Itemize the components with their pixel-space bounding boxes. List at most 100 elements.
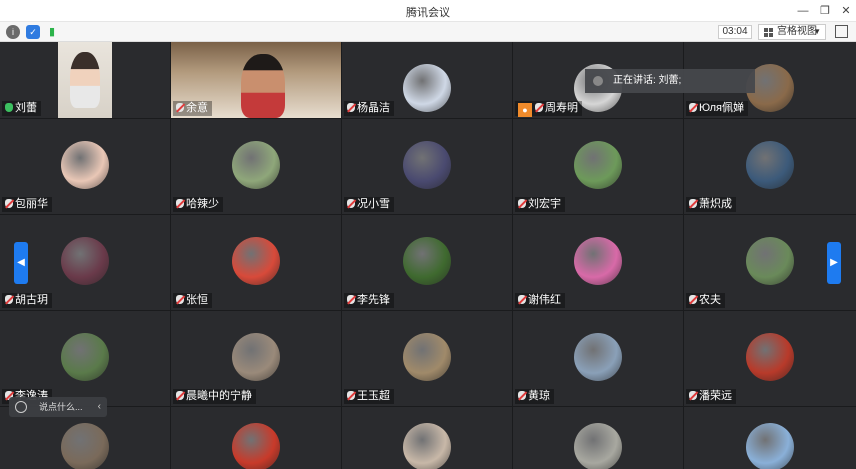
- participant-tile[interactable]: 李逸涛: [0, 311, 170, 406]
- participant-tile[interactable]: 杨晶洁: [342, 42, 512, 118]
- view-mode-button[interactable]: 宫格视图 ▼: [758, 24, 826, 40]
- participant-name: 李先锋: [357, 294, 390, 306]
- participant-tile[interactable]: 王玉超: [342, 311, 512, 406]
- chat-input[interactable]: 说点什么... ‹: [9, 397, 107, 417]
- prev-page-arrow[interactable]: ◀: [14, 242, 28, 284]
- participant-grid: 刘蕾 余意 杨晶洁 ● 周寿明 Юля佩婵包丽华 哈辣少 况小雪 刘宏宇 萧炽成胡古玥 张恒 李先锋 谢…: [0, 42, 856, 469]
- participant-name-label: 哈辣少: [173, 197, 223, 212]
- mic-muted-icon: [347, 391, 355, 400]
- speaking-indicator: 正在讲话: 刘蕾;: [585, 69, 755, 93]
- participant-tile[interactable]: 萧炽成: [684, 119, 856, 214]
- participant-name-label: Юля佩婵: [686, 101, 748, 116]
- participant-avatar: [403, 141, 451, 189]
- participant-name-label: 况小雪: [344, 197, 394, 212]
- participant-avatar: [403, 423, 451, 469]
- mic-muted-icon: [347, 103, 355, 112]
- participant-tile[interactable]: [171, 407, 341, 469]
- participant-tile[interactable]: 包丽华: [0, 119, 170, 214]
- participant-name-label: 余意: [173, 101, 212, 116]
- participant-name: 哈辣少: [186, 198, 219, 210]
- chevron-down-icon: ▼: [813, 27, 821, 36]
- grid-icon: [764, 28, 773, 37]
- participant-tile[interactable]: [342, 407, 512, 469]
- participant-name-label: 包丽华: [2, 197, 52, 212]
- participant-person: [241, 54, 285, 118]
- participant-avatar: [746, 333, 794, 381]
- participant-tile[interactable]: 黄琼: [513, 311, 683, 406]
- info-icon[interactable]: i: [6, 25, 20, 39]
- participant-name: 周寿明: [545, 102, 578, 114]
- participant-tile[interactable]: 况小雪: [342, 119, 512, 214]
- participant-avatar: [746, 237, 794, 285]
- participant-name: 谢伟红: [528, 294, 561, 306]
- participant-name: 包丽华: [15, 198, 48, 210]
- collapse-icon[interactable]: ‹: [98, 397, 101, 417]
- mic-muted-icon: [689, 295, 697, 304]
- mic-on-icon: [5, 103, 13, 112]
- participant-tile[interactable]: 晨曦中的宁静: [171, 311, 341, 406]
- speaker-avatar-icon: [593, 76, 603, 86]
- participant-name-label: 张恒: [173, 293, 212, 308]
- participant-avatar: [61, 423, 109, 469]
- participant-name: 余意: [186, 102, 208, 114]
- participant-avatar: [746, 141, 794, 189]
- window-title: 腾讯会议: [406, 7, 450, 19]
- participant-name: 潘荣远: [699, 390, 732, 402]
- participant-avatar: [403, 237, 451, 285]
- participant-name-label: 胡古玥: [2, 293, 52, 308]
- participant-tile[interactable]: 刘蕾: [0, 42, 170, 118]
- speaking-text: 正在讲话: 刘蕾;: [613, 75, 682, 86]
- participant-name: 刘宏宇: [528, 198, 561, 210]
- mic-muted-icon: [689, 103, 697, 112]
- participant-name: 杨晶洁: [357, 102, 390, 114]
- next-page-arrow[interactable]: ▶: [827, 242, 841, 284]
- participant-tile[interactable]: 李先锋: [342, 215, 512, 310]
- signal-icon[interactable]: ▮: [45, 25, 59, 39]
- participant-tile[interactable]: 哈辣少: [171, 119, 341, 214]
- participant-name-label: 李先锋: [344, 293, 394, 308]
- participant-tile[interactable]: 谢伟红: [513, 215, 683, 310]
- participant-name: 黄琼: [528, 390, 550, 402]
- close-icon[interactable]: ✕: [838, 3, 854, 19]
- meeting-timer: 03:04: [718, 25, 752, 39]
- view-mode-label: 宫格视图: [777, 26, 817, 37]
- participant-name-label: 萧炽成: [686, 197, 736, 212]
- chat-placeholder: 说点什么...: [39, 402, 83, 412]
- participant-tile[interactable]: [513, 407, 683, 469]
- participant-name-label: 王玉超: [344, 389, 394, 404]
- participant-avatar: [403, 64, 451, 112]
- participant-name-label: ● 周寿明: [515, 101, 582, 117]
- participant-name-label: 刘宏宇: [515, 197, 565, 212]
- participant-avatar: [746, 423, 794, 469]
- mic-muted-icon: [347, 295, 355, 304]
- participant-avatar: [232, 333, 280, 381]
- host-badge-icon: ●: [518, 103, 532, 117]
- participant-name-label: 杨晶洁: [344, 101, 394, 116]
- participant-name: Юля佩婵: [699, 102, 744, 114]
- participant-tile[interactable]: 张恒: [171, 215, 341, 310]
- participant-name: 刘蕾: [15, 102, 37, 114]
- participant-avatar: [232, 423, 280, 469]
- participant-avatar: [403, 333, 451, 381]
- mic-muted-icon: [689, 199, 697, 208]
- participant-tile[interactable]: 刘宏宇: [513, 119, 683, 214]
- mic-muted-icon: [347, 199, 355, 208]
- chat-icon: [15, 401, 27, 413]
- restore-icon[interactable]: ❐: [817, 3, 833, 19]
- mic-muted-icon: [689, 391, 697, 400]
- participant-tile[interactable]: 潘荣远: [684, 311, 856, 406]
- participant-tile[interactable]: 余意: [171, 42, 341, 118]
- mic-muted-icon: [535, 103, 543, 112]
- participant-tile[interactable]: [684, 407, 856, 469]
- participant-name: 张恒: [186, 294, 208, 306]
- participant-avatar: [574, 333, 622, 381]
- participant-person: [70, 52, 100, 108]
- participant-name: 农夫: [699, 294, 721, 306]
- shield-icon[interactable]: ✓: [26, 25, 40, 39]
- participant-name: 晨曦中的宁静: [186, 390, 252, 402]
- fullscreen-icon[interactable]: [835, 25, 848, 38]
- participant-avatar: [232, 141, 280, 189]
- minimize-icon[interactable]: —: [795, 3, 811, 19]
- participant-name-label: 谢伟红: [515, 293, 565, 308]
- participant-name-label: 黄琼: [515, 389, 554, 404]
